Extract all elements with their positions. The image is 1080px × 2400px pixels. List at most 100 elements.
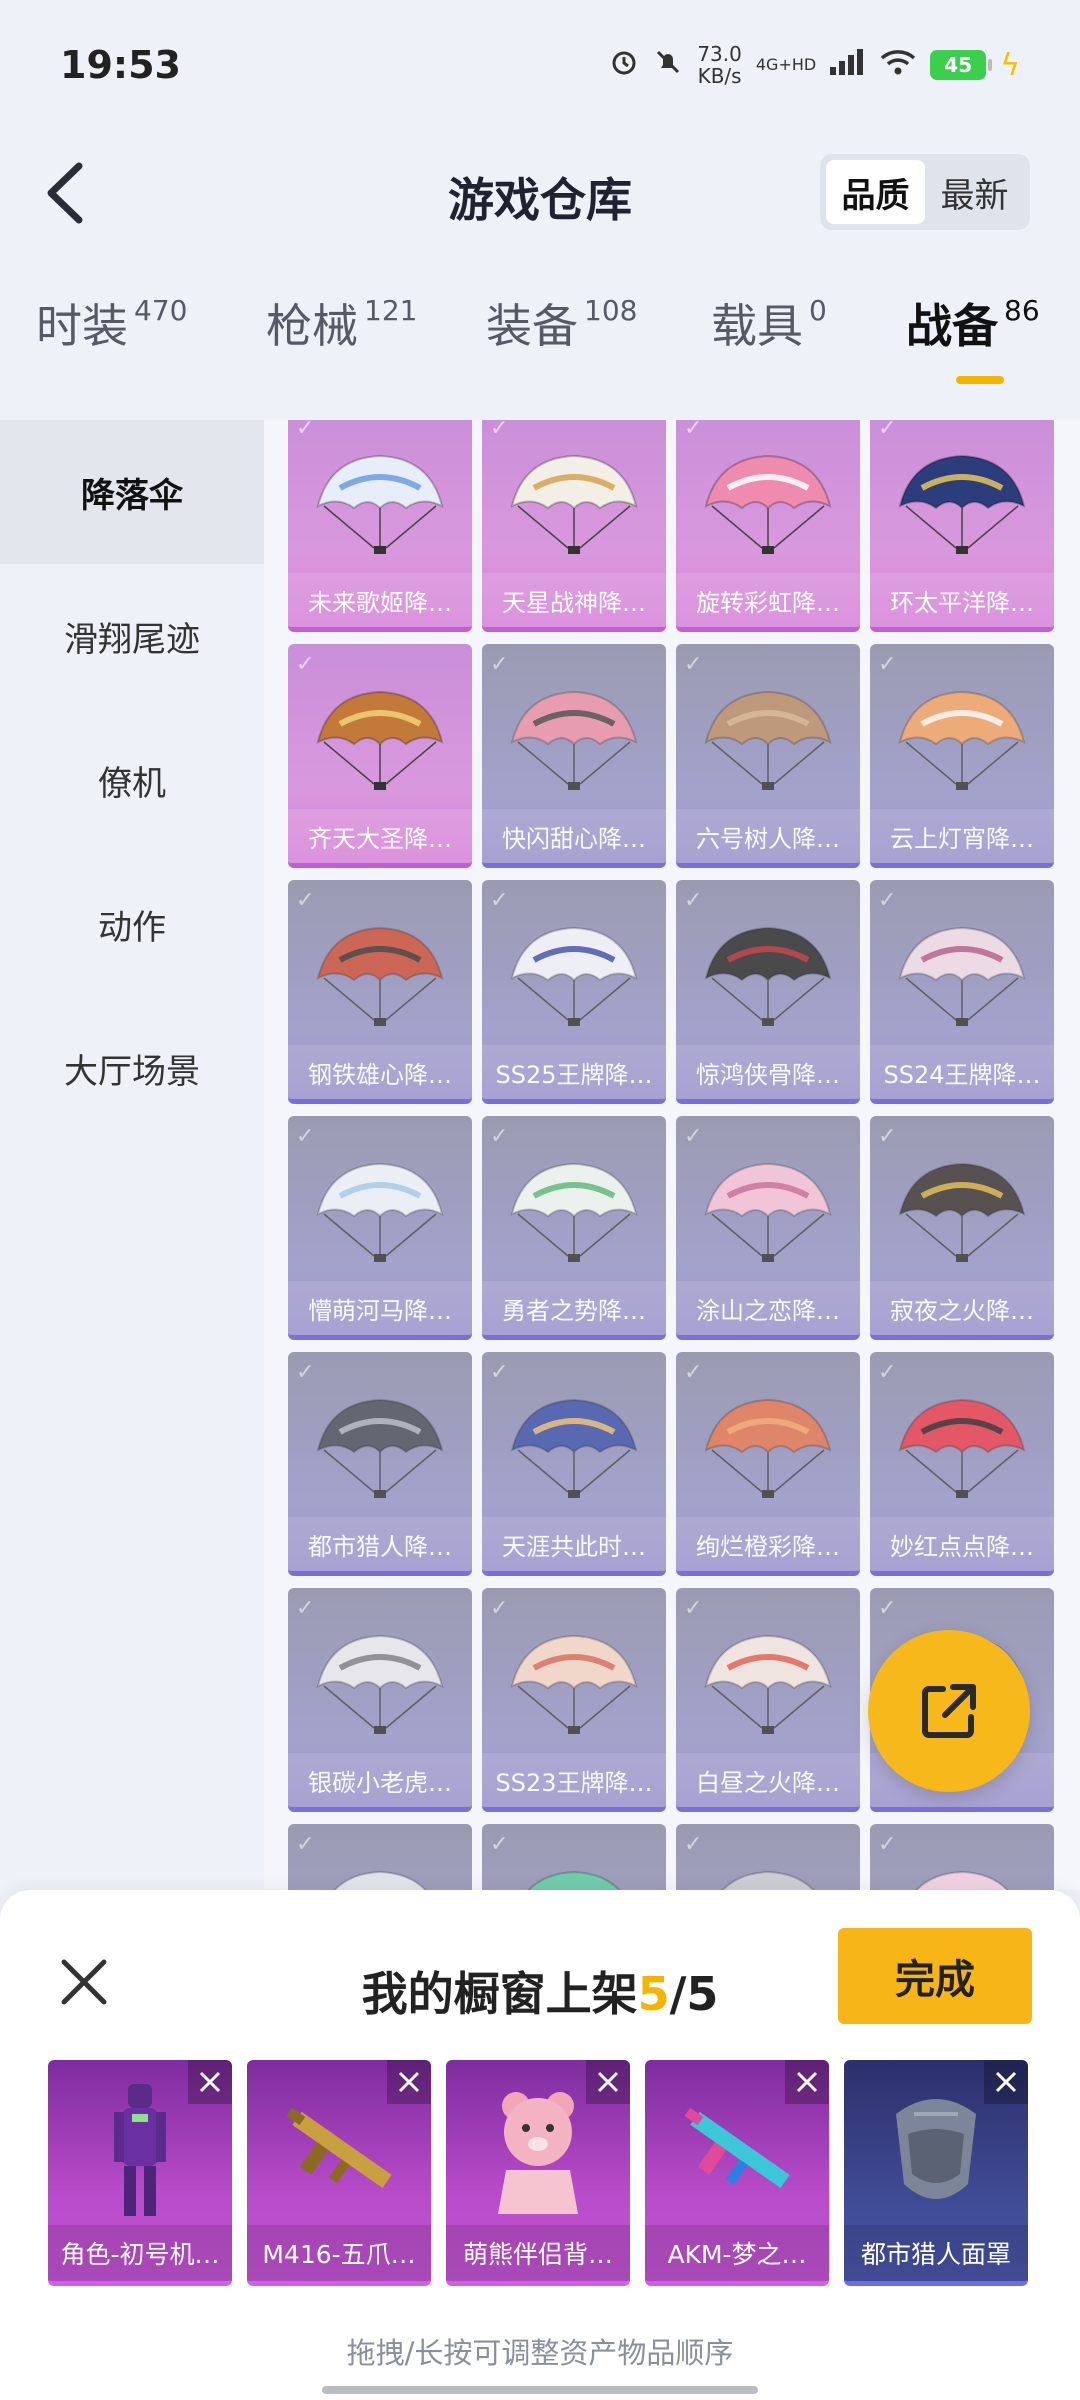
category-tabs: 时装 470 枪械 121 装备 108 载具 0 战备 86 <box>0 290 1080 420</box>
sidebar-item-glide-trail[interactable]: 滑翔尾迹 <box>0 564 264 708</box>
showcase-item[interactable]: AKM-梦之… <box>645 2060 829 2286</box>
parachute-card[interactable]: ✓ 六号树人降… <box>676 644 860 868</box>
parachute-card[interactable]: ✓ 齐天大圣降… <box>288 644 472 868</box>
parachute-card[interactable]: ✓ 勇者之势降… <box>482 1116 666 1340</box>
parachute-card[interactable]: ✓ 懵萌河马降… <box>288 1116 472 1340</box>
parachute-name: SS24王牌降… <box>870 1045 1054 1099</box>
parachute-icon <box>316 1634 444 1734</box>
tab-outfits[interactable]: 时装 470 <box>36 290 266 390</box>
remove-item-button[interactable] <box>586 2060 630 2104</box>
parachute-card[interactable]: ✓ 寂夜之火降… <box>870 1116 1054 1340</box>
parachute-card[interactable]: ✓ 妙红点点降… <box>870 1352 1054 1576</box>
parachute-name: 云上灯宵降… <box>870 809 1054 863</box>
parachute-name: 都市猎人降… <box>288 1517 472 1571</box>
showcase-item-name: 角色-初号机… <box>48 2225 232 2281</box>
share-button[interactable] <box>868 1630 1030 1792</box>
parachute-card[interactable]: ✓ 惊鸿侠骨降… <box>676 880 860 1104</box>
sort-quality-option[interactable]: 品质 <box>826 160 925 224</box>
parachute-icon <box>510 926 638 1026</box>
parachute-card[interactable]: ✓ 白昼之火降… <box>676 1588 860 1812</box>
check-icon: ✓ <box>296 1832 315 1857</box>
parachute-name: 银碳小老虎… <box>288 1753 472 1807</box>
check-icon: ✓ <box>878 1360 897 1385</box>
tab-weapons[interactable]: 枪械 121 <box>266 290 486 390</box>
parachute-card[interactable]: ✓ 未来歌姬降… <box>288 420 472 632</box>
parachute-name: 绚烂橙彩降… <box>676 1517 860 1571</box>
subcategory-sidebar: 降落伞 滑翔尾迹 僚机 动作 大厅场景 <box>0 420 264 1910</box>
showcase-sheet: 我的橱窗上架5/5 完成 角色-初号机… M416-五爪… 萌熊伴侣背… AKM-梦之… <box>0 1890 1080 2400</box>
network-speed: 73.0 KB/s <box>697 42 742 88</box>
remove-item-button[interactable] <box>984 2060 1028 2104</box>
parachute-card[interactable]: ✓ 云上灯宵降… <box>870 644 1054 868</box>
parachute-icon <box>527 1870 621 1890</box>
parachute-card[interactable]: ✓ 环太平洋降… <box>870 420 1054 632</box>
parachute-icon <box>510 690 638 790</box>
close-icon <box>995 2071 1017 2093</box>
parachute-icon <box>898 1162 1026 1262</box>
eva-unit-01-figure-icon <box>114 2084 166 2216</box>
parachute-icon <box>510 454 638 554</box>
parachute-card[interactable]: ✓ 都市猎人降… <box>288 1352 472 1576</box>
parachute-card[interactable]: ✓ 旋转彩虹降… <box>676 420 860 632</box>
home-indicator[interactable] <box>322 2386 758 2394</box>
sort-newest-option[interactable]: 最新 <box>925 160 1024 224</box>
status-time: 19:53 <box>60 43 181 87</box>
sidebar-item-parachute[interactable]: 降落伞 <box>0 420 264 564</box>
parachute-icon <box>510 1398 638 1498</box>
parachute-icon <box>316 690 444 790</box>
parachute-card[interactable]: ✓ SS25王牌降… <box>482 880 666 1104</box>
showcase-item[interactable]: M416-五爪… <box>247 2060 431 2286</box>
sort-toggle: 品质 最新 <box>820 154 1030 230</box>
check-icon: ✓ <box>296 1596 315 1621</box>
status-bar: 19:53 73.0 KB/s 4G+HD 45 ϟ <box>0 0 1080 130</box>
parachute-card[interactable]: ✓ 涂山之恋降… <box>676 1116 860 1340</box>
check-icon: ✓ <box>684 1596 703 1621</box>
parachute-name: 环太平洋降… <box>870 573 1054 627</box>
parachute-card[interactable]: ✓ 天星战神降… <box>482 420 666 632</box>
parachute-card[interactable]: ✓ <box>870 1824 1054 1890</box>
remove-item-button[interactable] <box>785 2060 829 2104</box>
parachute-name: 勇者之势降… <box>482 1281 666 1335</box>
showcase-item-name: M416-五爪… <box>247 2225 431 2281</box>
showcase-item[interactable]: 角色-初号机… <box>48 2060 232 2286</box>
check-icon: ✓ <box>490 420 509 441</box>
parachute-icon <box>898 690 1026 790</box>
parachute-name: SS23王牌降… <box>482 1753 666 1807</box>
alarm-icon <box>609 47 639 83</box>
parachute-icon <box>704 926 832 1026</box>
parachute-card[interactable]: ✓ 绚烂橙彩降… <box>676 1352 860 1576</box>
done-button[interactable]: 完成 <box>838 1928 1032 2024</box>
parachute-icon <box>704 454 832 554</box>
sidebar-item-emote[interactable]: 动作 <box>0 852 264 996</box>
parachute-name: 天星战神降… <box>482 573 666 627</box>
sidebar-item-wingman[interactable]: 僚机 <box>0 708 264 852</box>
parachute-card[interactable]: ✓ <box>482 1824 666 1890</box>
parachute-card[interactable]: ✓ SS24王牌降… <box>870 880 1054 1104</box>
parachute-card[interactable]: ✓ SS23王牌降… <box>482 1588 666 1812</box>
parachute-card[interactable]: ✓ 银碳小老虎… <box>288 1588 472 1812</box>
parachute-card[interactable]: ✓ <box>288 1824 472 1890</box>
showcase-item[interactable]: 萌熊伴侣背… <box>446 2060 630 2286</box>
tab-vehicles[interactable]: 载具 0 <box>711 290 906 390</box>
parachute-icon <box>316 454 444 554</box>
check-icon: ✓ <box>490 652 509 677</box>
remove-item-button[interactable] <box>387 2060 431 2104</box>
check-icon: ✓ <box>684 1124 703 1149</box>
parachute-card[interactable]: ✓ 快闪甜心降… <box>482 644 666 868</box>
parachute-card[interactable]: ✓ 钢铁雄心降… <box>288 880 472 1104</box>
check-icon: ✓ <box>490 888 509 913</box>
status-icons: 73.0 KB/s 4G+HD 45 ϟ <box>609 43 1020 87</box>
showcase-item[interactable]: 都市猎人面罩 <box>844 2060 1028 2286</box>
tab-combat-gear[interactable]: 战备 86 <box>906 290 1040 390</box>
remove-item-button[interactable] <box>188 2060 232 2104</box>
sidebar-item-lobby-scene[interactable]: 大厅场景 <box>0 996 264 1140</box>
parachute-card[interactable]: ✓ 天涯共此时… <box>482 1352 666 1576</box>
check-icon: ✓ <box>878 888 897 913</box>
tab-equipment[interactable]: 装备 108 <box>486 290 711 390</box>
parachute-card[interactable]: ✓ <box>676 1824 860 1890</box>
check-icon: ✓ <box>684 1832 703 1857</box>
parachute-icon <box>898 454 1026 554</box>
check-icon: ✓ <box>878 1596 897 1621</box>
share-icon <box>922 1684 976 1738</box>
parachute-name: SS25王牌降… <box>482 1045 666 1099</box>
